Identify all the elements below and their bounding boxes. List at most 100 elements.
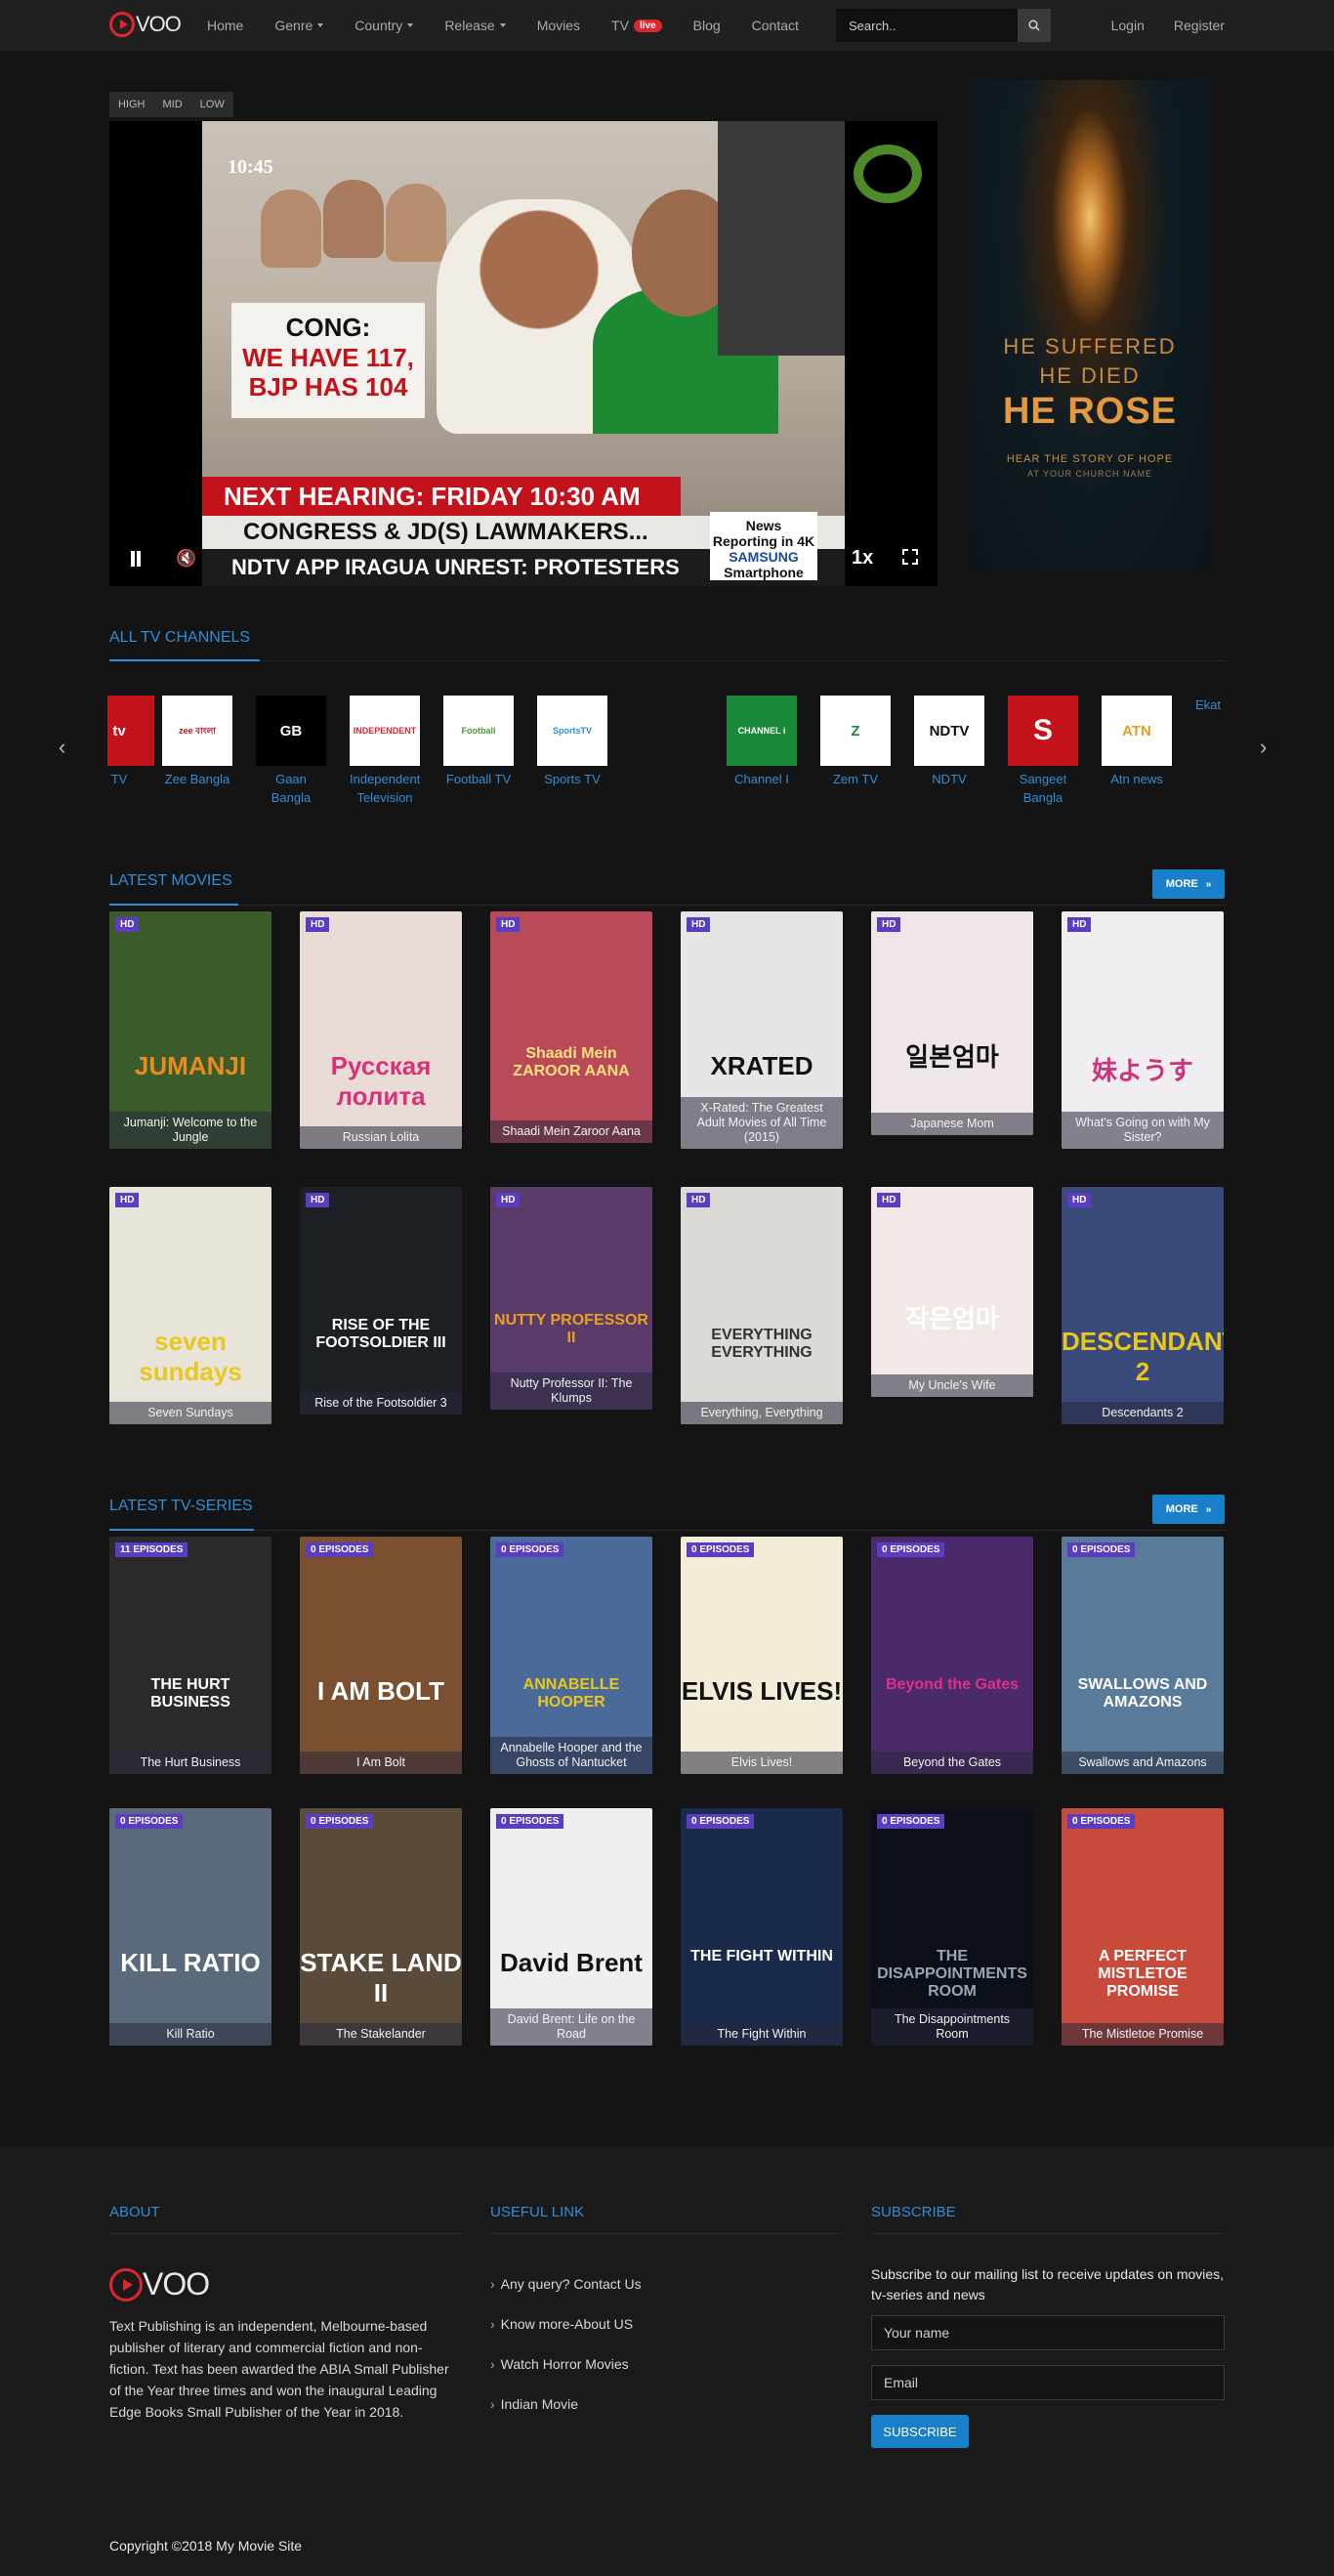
movie-card[interactable]: HD EVERYTHING EVERYTHING Everything, Every… — [681, 1187, 843, 1424]
poster-title[interactable]: The Hurt Business — [109, 1752, 271, 1774]
pause-button[interactable] — [129, 551, 143, 567]
channel-item[interactable]: GB Gaan Bangla — [256, 696, 326, 807]
movies-more-button[interactable]: MORE» — [1152, 869, 1225, 899]
nav-item-blog[interactable]: Blog — [693, 18, 721, 33]
poster-title[interactable]: Nutty Professor II: The Klumps — [490, 1372, 652, 1410]
nav-item-movies[interactable]: Movies — [537, 18, 580, 33]
footer-link[interactable]: Watch Horror Movies — [490, 2356, 642, 2372]
email-field[interactable] — [871, 2365, 1225, 2400]
hd-badge: HD — [306, 1193, 330, 1207]
poster-title[interactable]: Kill Ratio — [109, 2023, 271, 2046]
channel-logo: GB — [256, 696, 326, 766]
footer-link[interactable]: Indian Movie — [490, 2396, 642, 2412]
series-card[interactable]: 0 EPISODES ANNABELLE HOOPER Annabelle Hoop… — [490, 1537, 652, 1774]
search-button[interactable] — [1018, 9, 1051, 42]
poster-title[interactable]: X-Rated: The Greatest Adult Movies of Al… — [681, 1097, 843, 1149]
movie-card[interactable]: HD RISE OF THE FOOTSOLDIER III Rise of the… — [300, 1187, 462, 1415]
site-logo[interactable]: VOO — [109, 12, 182, 37]
poster-title[interactable]: Elvis Lives! — [681, 1752, 843, 1774]
series-card[interactable]: 0 EPISODES David Brent David Brent: Life o… — [490, 1808, 652, 2046]
subscribe-button[interactable]: SUBSCRIBE — [871, 2415, 969, 2448]
login-link[interactable]: Login — [1111, 18, 1145, 33]
channel-item[interactable]: SportsTV Sports TV — [537, 696, 607, 788]
channel-item[interactable]: NDTV NDTV — [914, 696, 984, 788]
channel-item[interactable]: Z Zem TV — [820, 696, 891, 788]
poster-title[interactable]: The Stakelander — [300, 2023, 462, 2046]
series-card[interactable]: 0 EPISODES A PERFECT MISTLETOE PROMISE The… — [1062, 1808, 1224, 2046]
footer-link[interactable]: Know more-About US — [490, 2316, 642, 2332]
poster-title[interactable]: Seven Sundays — [109, 1402, 271, 1424]
channel-item[interactable]: INDEPENDENT Independent Television — [350, 696, 420, 807]
movie-card[interactable]: HD Shaadi Mein ZAROOR AANA Shaadi Mein Zar… — [490, 911, 652, 1143]
nav-item-home[interactable]: Home — [207, 18, 243, 33]
movie-card[interactable]: HD JUMANJI Jumanji: Welcome to the Jungle — [109, 911, 271, 1149]
movie-card[interactable]: HD NUTTY PROFESSOR II Nutty Professor II: … — [490, 1187, 652, 1410]
footer-logo[interactable]: VOO — [109, 2266, 210, 2302]
poster-title[interactable]: Beyond the Gates — [871, 1752, 1033, 1774]
poster-title[interactable]: Jumanji: Welcome to the Jungle — [109, 1112, 271, 1149]
channel-item[interactable]: ATN Atn news — [1102, 696, 1172, 788]
poster-title[interactable]: Rise of the Footsoldier 3 — [300, 1392, 462, 1415]
poster-title[interactable]: The Fight Within — [681, 2023, 843, 2046]
movie-card[interactable]: HD 妹ようす What's Going on with My Sister? — [1062, 911, 1224, 1149]
series-card[interactable]: 0 EPISODES SWALLOWS AND AMAZONS Swallows a… — [1062, 1537, 1224, 1774]
poster-title[interactable]: Descendants 2 — [1062, 1402, 1224, 1424]
register-link[interactable]: Register — [1174, 18, 1225, 33]
channel-item[interactable]: zee বাংলা Zee Bangla — [162, 696, 232, 788]
series-card[interactable]: 0 EPISODES THE DISAPPOINTMENTS ROOM The Di… — [871, 1808, 1033, 2046]
nav-item-genre[interactable]: Genre — [274, 18, 324, 33]
movie-card[interactable]: HD seven sundays Seven Sundays — [109, 1187, 271, 1424]
movie-card[interactable]: HD 일본엄마 Japanese Mom — [871, 911, 1033, 1135]
footer-link[interactable]: Any query? Contact Us — [490, 2276, 642, 2292]
series-card[interactable]: 0 EPISODES KILL RATIO Kill Ratio — [109, 1808, 271, 2046]
poster-title[interactable]: Japanese Mom — [871, 1113, 1033, 1135]
nav-item-tv[interactable]: TV live — [611, 18, 662, 33]
poster-title[interactable]: The Disappointments Room — [871, 2008, 1033, 2046]
movie-card[interactable]: HD DESCENDANTS 2 Descendants 2 — [1062, 1187, 1224, 1424]
quality-option-low[interactable]: LOW — [191, 92, 233, 117]
channel-item[interactable]: Ekat — [1195, 696, 1229, 714]
series-card[interactable]: 11 EPISODES THE HURT BUSINESS The Hurt Bus… — [109, 1537, 271, 1774]
series-card[interactable]: 0 EPISODES Beyond the Gates Beyond the Gat… — [871, 1537, 1033, 1774]
poster-title[interactable]: Russian Lolita — [300, 1126, 462, 1149]
movie-card[interactable]: HD Русская лолита Russian Lolita — [300, 911, 462, 1149]
advertisement-banner[interactable]: HE SUFFERED HE DIED HE ROSE HEAR THE STO… — [967, 80, 1213, 570]
poster-title[interactable]: My Uncle's Wife — [871, 1374, 1033, 1397]
series-card[interactable]: 0 EPISODES I AM BOLT I Am Bolt — [300, 1537, 462, 1774]
nav-item-contact[interactable]: Contact — [752, 18, 799, 33]
channel-item[interactable]: S Sangeet Bangla — [1008, 696, 1078, 807]
chevron-left-icon[interactable]: ‹ — [59, 735, 65, 760]
poster-title[interactable]: David Brent: Life on the Road — [490, 2008, 652, 2046]
channel-item[interactable]: tv TV — [107, 696, 154, 788]
nav-item-release[interactable]: Release — [444, 18, 506, 33]
series-card[interactable]: 0 EPISODES THE FIGHT WITHIN The Fight With… — [681, 1808, 843, 2046]
series-card[interactable]: 0 EPISODES STAKE LAND II The Stakelander — [300, 1808, 462, 2046]
nav-item-country[interactable]: Country — [354, 18, 414, 33]
channel-item[interactable]: Football Football TV — [443, 696, 514, 788]
subscribe-text: Subscribe to our mailing list to receive… — [871, 2266, 1225, 2302]
poster-title[interactable]: Shaadi Mein Zaroor Aana — [490, 1120, 652, 1143]
poster-title[interactable]: The Mistletoe Promise — [1062, 2023, 1224, 2046]
poster-title[interactable]: What's Going on with My Sister? — [1062, 1112, 1224, 1149]
poster-title[interactable]: Annabelle Hooper and the Ghosts of Nantu… — [490, 1737, 652, 1774]
series-more-button[interactable]: MORE» — [1152, 1495, 1225, 1524]
fullscreen-icon[interactable] — [902, 549, 918, 565]
episodes-badge: 0 EPISODES — [1067, 1814, 1136, 1829]
playback-speed-button[interactable]: 1x — [852, 547, 873, 570]
search-input[interactable] — [836, 9, 1018, 42]
channel-item[interactable]: CHANNEL i Channel I — [727, 696, 797, 788]
mute-icon[interactable]: 🔇 — [176, 549, 196, 569]
quality-option-mid[interactable]: MID — [154, 92, 191, 117]
quality-option-high[interactable]: HIGH — [109, 92, 154, 117]
movie-card[interactable]: HD XRATED X-Rated: The Greatest Adult Movi… — [681, 911, 843, 1149]
name-field[interactable] — [871, 2315, 1225, 2350]
poster-title[interactable]: Everything, Everything — [681, 1402, 843, 1424]
poster-title[interactable]: Swallows and Amazons — [1062, 1752, 1224, 1774]
video-player[interactable]: 10:45 CONG: WE HAVE 117, BJP HAS 104 NEX… — [109, 121, 938, 586]
chevron-right-icon[interactable]: › — [1260, 735, 1267, 760]
search-bar — [836, 9, 1051, 42]
movie-card[interactable]: HD 작은엄마 My Uncle's Wife — [871, 1187, 1033, 1397]
series-card[interactable]: 0 EPISODES ELVIS LIVES! Elvis Lives! — [681, 1537, 843, 1774]
hd-badge: HD — [877, 917, 901, 932]
poster-title[interactable]: I Am Bolt — [300, 1752, 462, 1774]
